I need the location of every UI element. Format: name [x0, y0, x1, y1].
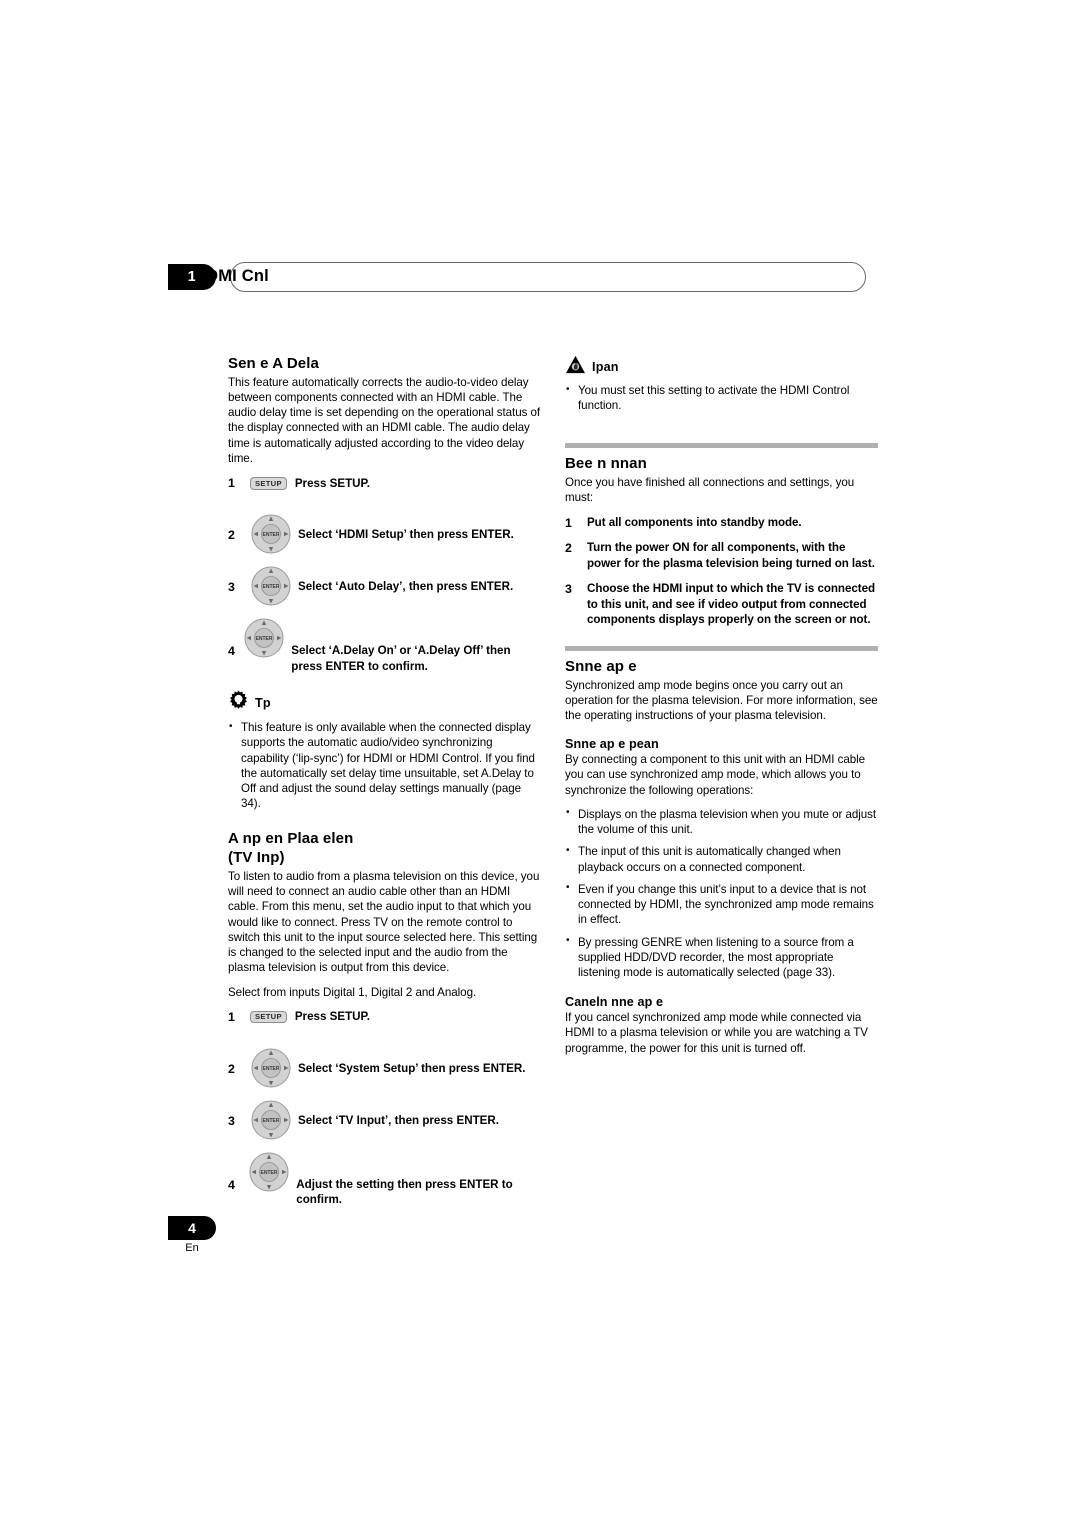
list-item-number: 2: [565, 541, 572, 556]
lightbulb-icon: [228, 690, 249, 716]
important-note-title: Ipan: [592, 360, 619, 374]
step-text: Adjust the setting then press ENTER to c…: [296, 1177, 513, 1207]
section-body-tv-input-inputs: Select from inputs Digital 1, Digital 2 …: [228, 985, 477, 999]
warning-triangle-icon: [565, 355, 586, 379]
page-language-code: En: [185, 1242, 199, 1254]
synchronized-amp-bullet-list: Displays on the plasma television when y…: [565, 806, 878, 981]
before-beginning-numbered-list: 1 Put all components into standby mode. …: [565, 515, 878, 628]
step-number: 4: [228, 1177, 235, 1192]
numbered-list-item: 1 Put all components into standby mode.: [565, 515, 878, 531]
section-heading-synchronized-amp: Snne ap e: [565, 657, 637, 675]
section-subheading-tv-input: (TV Inp): [228, 849, 285, 867]
tip-bullet-item: This feature is only available when the …: [228, 720, 541, 811]
numbered-list-item: 3 Choose the HDMI input to which the TV …: [565, 581, 878, 628]
step-text: Select ‘HDMI Setup’ then press ENTER.: [298, 528, 514, 542]
page-title: HDMI Cnl: [194, 267, 269, 285]
step-text: Select ‘TV Input’, then press ENTER.: [298, 1113, 499, 1127]
list-item-text: Choose the HDMI input to which the TV is…: [587, 582, 875, 627]
cursor-pad-enter-icon[interactable]: ENTER: [250, 1099, 292, 1141]
steps-tv-input: 1 SETUP Press SETUP. 2 ENTER Select ‘Sys…: [228, 1009, 541, 1208]
section-body-sense-auto-delay: This feature automatically corrects the …: [228, 375, 541, 465]
section-body-synchronized-amp: Synchronized amp mode begins once you ca…: [565, 678, 878, 722]
section-body-tv-input: To listen to audio from a plasma televis…: [228, 869, 540, 975]
right-column: Ipan You must set this setting to activa…: [565, 355, 878, 1056]
header-pill-outline: [230, 262, 866, 292]
step-text: Press SETUP.: [294, 476, 371, 490]
cursor-pad-enter-icon[interactable]: ENTER: [248, 1151, 290, 1193]
bullet-item: Displays on the plasma television when y…: [565, 806, 878, 837]
numbered-list-item: 2 Turn the power ON for all components, …: [565, 540, 878, 571]
subsection-body-cancelling-synchronized-amp: If you cancel synchronized amp mode whil…: [565, 1011, 868, 1055]
step-text: Select ‘A.Delay On’ or ‘A.Delay Off’ the…: [291, 644, 511, 673]
important-bullet-list: You must set this setting to activate th…: [565, 382, 878, 413]
svg-text:ENTER: ENTER: [263, 1118, 280, 1124]
step-text: Select ‘System Setup’ then press ENTER.: [298, 1061, 526, 1075]
bullet-item: Even if you change this unit’s input to …: [565, 881, 878, 928]
setup-key-icon[interactable]: SETUP: [250, 1010, 287, 1024]
page-number-tab: 4: [168, 1216, 216, 1240]
important-note-header: Ipan: [565, 355, 878, 379]
list-item-text: Turn the power ON for all components, wi…: [587, 541, 875, 570]
step-item: 3 ENTER Select ‘Auto Delay’, then press …: [228, 565, 541, 607]
steps-auto-delay: 1 SETUP Press SETUP. 2 ENTER Select ‘HDM…: [228, 475, 541, 674]
list-item-text: Put all components into standby mode.: [587, 515, 802, 529]
section-heading-before-beginning: Bee n nnan: [565, 455, 647, 473]
step-number: 1: [228, 476, 235, 491]
important-note: Ipan You must set this setting to activa…: [565, 355, 878, 413]
step-item: 1 SETUP Press SETUP.: [228, 475, 541, 499]
step-item: 4 ENTER Adjust the setting then press EN…: [228, 1151, 541, 1208]
section-heading-sense-auto-delay: Sen e A Dela: [228, 355, 319, 372]
step-item: 1 SETUP Press SETUP.: [228, 1009, 541, 1033]
page-footer: 4 En: [168, 1216, 288, 1254]
tip-note-header: Tp: [228, 690, 541, 716]
subsection-body-synchronized-amp-operations: By connecting a component to this unit w…: [565, 753, 866, 797]
svg-text:ENTER: ENTER: [261, 1170, 278, 1176]
cursor-pad-enter-icon[interactable]: ENTER: [243, 617, 285, 659]
svg-text:ENTER: ENTER: [263, 584, 280, 590]
list-item-number: 1: [565, 515, 572, 530]
step-number: 1: [228, 1009, 235, 1024]
step-number: 3: [228, 1113, 235, 1128]
step-text: Select ‘Auto Delay’, then press ENTER.: [298, 580, 514, 594]
step-item: 2 ENTER Select ‘System Setup’ then press…: [228, 1047, 541, 1089]
tip-bullet-list: This feature is only available when the …: [228, 720, 541, 811]
subsection-heading-cancelling-synchronized-amp: Caneln nne ap e: [565, 995, 664, 1010]
list-item-number: 3: [565, 582, 572, 597]
section-heading-tv-input: A np en Plaa elen: [228, 829, 354, 847]
tip-note-title: Tp: [255, 696, 271, 711]
bullet-item: By pressing GENRE when listening to a so…: [565, 934, 878, 981]
step-number: 2: [228, 528, 235, 543]
setup-key-icon[interactable]: SETUP: [250, 477, 287, 490]
step-number: 2: [228, 1061, 235, 1076]
cursor-pad-enter-icon[interactable]: ENTER: [250, 1047, 292, 1089]
step-item: 4 ENTER Select ‘A.Delay On’ or ‘A.Delay …: [228, 617, 541, 674]
section-divider-rule: [565, 443, 878, 449]
step-text: Press SETUP.: [294, 1010, 371, 1024]
bullet-item: The input of this unit is automatically …: [565, 844, 878, 874]
document-page: 1 HDMI Cnl Sen e A Dela This feature aut…: [0, 0, 1080, 1528]
section-body-before-beginning: Once you have finished all connections a…: [565, 476, 855, 505]
step-item: 3 ENTER Select ‘TV Input’, then press EN…: [228, 1099, 541, 1141]
subsection-heading-synchronized-amp-operations: Snne ap e pean: [565, 737, 659, 752]
important-bullet-item: You must set this setting to activate th…: [565, 382, 878, 413]
step-number: 4: [228, 644, 235, 659]
tip-note: Tp This feature is only available when t…: [228, 690, 541, 811]
step-item: 2 ENTER Select ‘HDMI Setup’ then press E…: [228, 513, 541, 555]
svg-text:ENTER: ENTER: [263, 1066, 280, 1072]
left-column: Sen e A Dela This feature automatically …: [228, 355, 541, 1218]
svg-text:ENTER: ENTER: [256, 636, 273, 642]
cursor-pad-enter-icon[interactable]: ENTER: [250, 513, 292, 555]
running-header: 1 HDMI Cnl: [168, 262, 868, 296]
cursor-pad-enter-icon[interactable]: ENTER: [250, 565, 292, 607]
step-number: 3: [228, 580, 235, 595]
svg-text:ENTER: ENTER: [263, 532, 280, 538]
section-divider-rule: [565, 645, 878, 651]
